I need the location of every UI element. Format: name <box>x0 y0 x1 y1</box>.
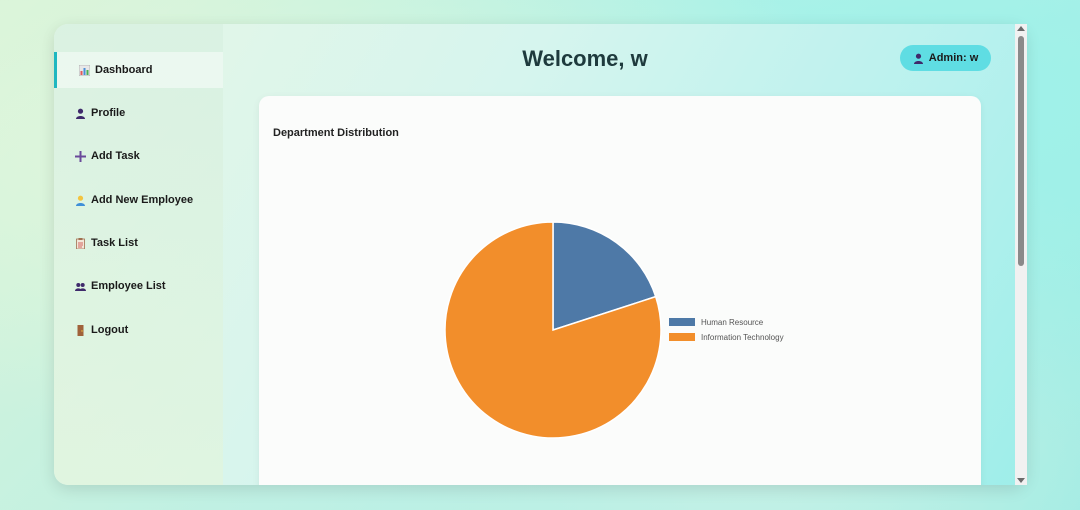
sidebar-item-label: Dashboard <box>95 64 153 76</box>
admin-badge[interactable]: Admin: w <box>900 45 991 71</box>
legend-label[interactable]: Information Technology <box>701 333 784 342</box>
sidebar-item-label: Add New Employee <box>91 194 194 206</box>
sidebar-item-employee-list[interactable]: Employee List <box>54 268 223 304</box>
admin-label: Admin: w <box>928 52 979 64</box>
vertical-scrollbar[interactable] <box>1015 24 1027 485</box>
sidebar-item-label: Profile <box>91 107 126 119</box>
sidebar-item-label: Logout <box>91 324 129 336</box>
sidebar: Dashboard Profile Add Task Add New Emplo… <box>54 24 223 485</box>
legend-label[interactable]: Human Resource <box>701 318 764 327</box>
department-pie-chart: Human Resource Information Technology <box>444 221 784 439</box>
scroll-down-icon[interactable] <box>1017 478 1025 483</box>
sidebar-item-label: Add Task <box>91 150 140 162</box>
users-icon <box>74 280 86 292</box>
chart-icon <box>78 64 90 76</box>
plus-icon <box>74 150 86 162</box>
user-icon <box>913 53 923 64</box>
clipboard-icon <box>74 237 86 249</box>
legend-swatch[interactable] <box>669 333 695 341</box>
legend-swatch[interactable] <box>669 318 695 326</box>
sidebar-item-add-new-employee[interactable]: Add New Employee <box>54 182 223 218</box>
sidebar-item-add-task[interactable]: Add Task <box>54 138 223 174</box>
app-window: Dashboard Profile Add Task Add New Emplo… <box>54 24 1026 485</box>
door-icon <box>74 324 86 336</box>
sidebar-item-profile[interactable]: Profile <box>54 95 223 131</box>
sidebar-item-task-list[interactable]: Task List <box>54 225 223 261</box>
user-icon <box>74 107 86 119</box>
page-title: Welcome, w <box>522 46 648 71</box>
person-add-icon <box>74 194 86 206</box>
sidebar-item-label: Employee List <box>91 280 166 292</box>
sidebar-item-dashboard[interactable]: Dashboard <box>54 52 223 88</box>
sidebar-item-logout[interactable]: Logout <box>54 312 223 348</box>
department-distribution-card: Department Distribution Human Resource In… <box>259 96 981 485</box>
scrollbar-thumb[interactable] <box>1018 36 1024 266</box>
sidebar-item-label: Task List <box>91 237 138 249</box>
scroll-up-icon[interactable] <box>1017 26 1025 31</box>
